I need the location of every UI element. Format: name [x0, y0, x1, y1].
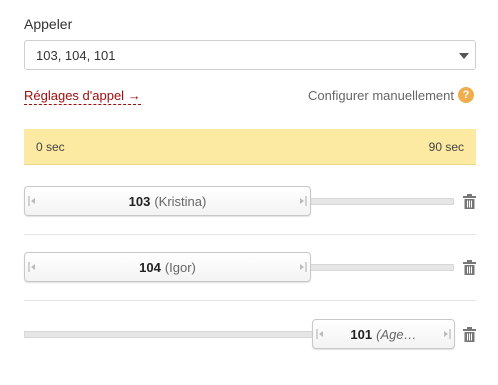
- ring-block[interactable]: 104 (Igor): [24, 252, 311, 282]
- extension-number: 104: [139, 259, 161, 275]
- ring-block[interactable]: 101 (Age…: [312, 319, 455, 349]
- resize-handle-left-icon[interactable]: [28, 195, 37, 207]
- resize-handle-left-icon[interactable]: [28, 261, 37, 273]
- appeler-label: Appeler: [24, 16, 73, 32]
- timeline-start: 0 sec: [36, 140, 65, 154]
- configure-manually-link[interactable]: Configurer manuellement ?: [308, 87, 474, 103]
- timeline-row: 103 (Kristina): [24, 186, 476, 218]
- resize-handle-right-icon[interactable]: [298, 195, 307, 207]
- select-value: 103, 104, 101: [36, 48, 116, 63]
- trash-icon[interactable]: [463, 327, 476, 342]
- row-divider: [24, 300, 476, 301]
- resize-handle-right-icon[interactable]: [442, 328, 451, 340]
- timeline-row: 104 (Igor): [24, 252, 476, 284]
- trash-icon[interactable]: [463, 260, 476, 275]
- call-settings-label: Réglages d'appel: [24, 88, 125, 103]
- extension-name: (Igor): [164, 259, 196, 275]
- resize-handle-right-icon[interactable]: [298, 261, 307, 273]
- timeline-scale: 0 sec 90 sec: [24, 129, 476, 165]
- arrow-right-icon: →: [127, 88, 141, 103]
- extension-name: (Age…: [376, 326, 417, 342]
- help-icon[interactable]: ?: [458, 87, 474, 103]
- configure-manually-label: Configurer manuellement: [308, 87, 454, 103]
- extension-number: 103: [128, 193, 151, 209]
- trash-icon[interactable]: [463, 194, 476, 209]
- resize-handle-left-icon[interactable]: [316, 328, 325, 340]
- row-divider: [24, 234, 476, 235]
- call-settings-link[interactable]: Réglages d'appel →: [24, 88, 141, 105]
- timeline-end: 90 sec: [428, 140, 464, 154]
- caret-down-icon: [459, 53, 469, 59]
- extension-name: (Kristina): [154, 193, 207, 209]
- extension-number: 101: [350, 326, 373, 342]
- appeler-select[interactable]: 103, 104, 101: [24, 40, 476, 70]
- ring-block[interactable]: 103 (Kristina): [24, 186, 311, 216]
- timeline-row: 101 (Age…: [24, 319, 476, 351]
